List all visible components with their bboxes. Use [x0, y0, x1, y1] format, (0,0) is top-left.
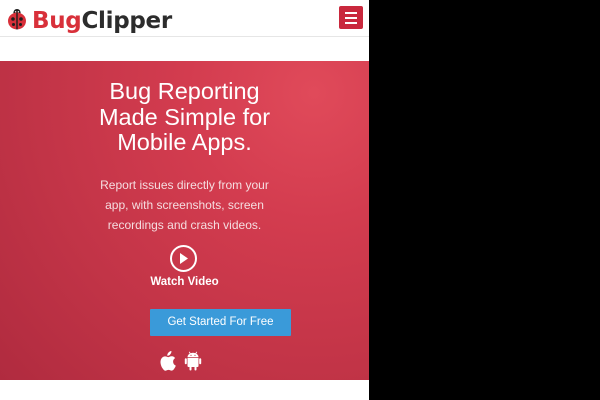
watch-video-link[interactable]: Watch Video [0, 276, 369, 288]
platform-icons [158, 351, 202, 375]
hamburger-menu-icon [345, 11, 357, 14]
play-icon [180, 253, 188, 264]
get-started-button[interactable]: Get Started For Free [150, 309, 291, 336]
hamburger-line [345, 21, 357, 24]
hero-section: Bug Reporting Made Simple for Mobile Apps.… [0, 61, 369, 380]
play-video-button[interactable] [170, 245, 197, 272]
browser-viewport: BugClipper Bug Reporting Made Simple for M… [0, 0, 369, 400]
hamburger-line [345, 16, 357, 19]
brand-name: BugClipper [32, 7, 172, 34]
brand-name-part2: Clipper [81, 7, 172, 34]
site-header: BugClipper [0, 0, 369, 37]
apple-icon [158, 351, 176, 375]
android-icon [184, 351, 202, 375]
brand-name-part1: Bug [32, 7, 82, 34]
logo-link[interactable]: BugClipper [6, 8, 172, 34]
header-spacer [0, 37, 369, 61]
hamburger-menu-button[interactable] [339, 6, 363, 29]
next-section-edge [0, 380, 369, 400]
hero-title: Bug Reporting Made Simple for Mobile Apps. [98, 78, 271, 155]
hero-subtitle: Report issues directly from your app, wi… [100, 178, 269, 232]
ladybug-logo-icon [6, 8, 28, 34]
